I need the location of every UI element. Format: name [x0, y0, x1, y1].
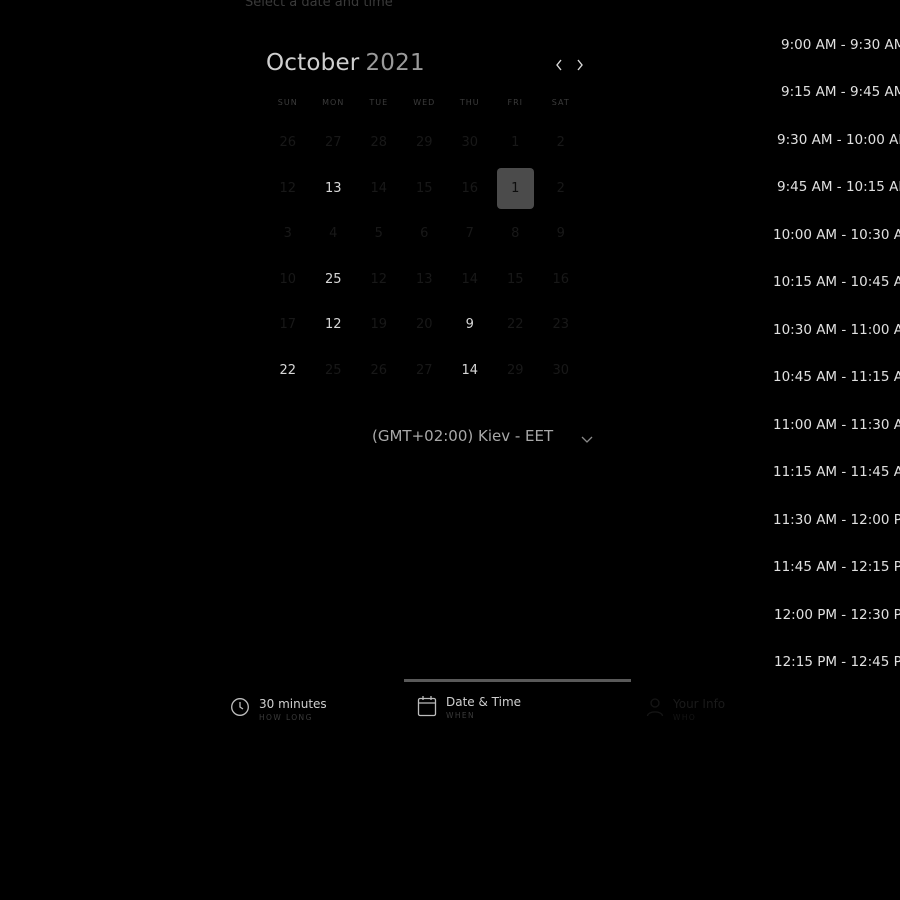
calendar-day-available[interactable]: 9 — [447, 302, 493, 348]
time-slot[interactable]: 10:45 AM - 11:15 AM — [773, 369, 900, 385]
weekday-label: TUE — [369, 98, 389, 107]
calendar-day: 28 — [370, 135, 388, 151]
weekday-label: SUN — [277, 98, 298, 107]
previous-month-button[interactable] — [551, 55, 567, 75]
step-title: Date & Time — [446, 695, 522, 709]
calendar-day: 10 — [279, 271, 297, 287]
calendar-day: 17 — [279, 317, 297, 333]
calendar-grid: SUN MON TUE WED THU FRI SAT 26 27 28 29 … — [265, 98, 583, 393]
year-label: 2021 — [365, 50, 425, 76]
calendar-day: 22 — [506, 317, 524, 333]
timezone-select[interactable]: (GMT+02:00) Kiev - EET — [372, 427, 553, 445]
step-date-time[interactable]: Date & Time WHEN — [417, 695, 521, 720]
page-hint: Select a date and time — [245, 0, 393, 10]
calendar-day: 14 — [461, 271, 479, 287]
calendar-day: 19 — [370, 317, 388, 333]
time-slot[interactable]: 11:00 AM - 11:30 AM — [773, 417, 900, 433]
step-subtitle: WHEN — [446, 711, 476, 720]
calendar-day: 29 — [506, 362, 524, 378]
time-slot[interactable]: 12:15 PM - 12:45 PM — [774, 654, 900, 670]
calendar-day: 1 — [511, 135, 520, 151]
calendar-day: 27 — [324, 135, 342, 151]
calendar-day: 12 — [279, 180, 297, 196]
active-step-indicator — [404, 679, 631, 682]
calendar-day: 2 — [556, 180, 565, 196]
chevron-down-icon[interactable] — [580, 430, 594, 449]
calendar-day: 4 — [329, 226, 338, 242]
calendar-day: 8 — [511, 226, 520, 242]
user-icon — [646, 698, 664, 717]
time-slot[interactable]: 12:00 PM - 12:30 PM — [774, 607, 900, 623]
calendar-icon — [417, 696, 437, 717]
selected-day-label: 1 — [496, 167, 534, 209]
clock-icon — [231, 698, 249, 716]
step-subtitle: HOW LONG — [259, 713, 313, 722]
next-month-button[interactable] — [572, 55, 588, 75]
time-slot[interactable]: 9:45 AM - 10:15 AM — [777, 179, 900, 195]
weekday-label: WED — [413, 98, 436, 107]
month-label: October — [266, 50, 360, 76]
time-slot[interactable]: 11:15 AM - 11:45 AM — [773, 464, 900, 480]
calendar-day: 14 — [370, 180, 388, 196]
chevron-right-icon — [577, 59, 583, 71]
step-subtitle: WHO — [673, 713, 697, 722]
step-duration[interactable]: 30 minutes HOW LONG — [230, 697, 327, 722]
calendar-day: 23 — [552, 317, 570, 333]
calendar-day: 15 — [415, 180, 433, 196]
calendar-month-title: October 2021 — [266, 50, 425, 76]
weekday-label: SAT — [551, 98, 570, 107]
calendar-day: 13 — [415, 271, 433, 287]
calendar-days: 26 27 28 29 30 1 2 12 13 14 15 16 1 2 3 … — [265, 120, 583, 393]
calendar-day: 25 — [324, 362, 342, 378]
calendar-day-available[interactable]: 12 — [311, 302, 357, 348]
calendar-day: 26 — [279, 135, 297, 151]
calendar-day: 3 — [283, 226, 292, 242]
calendar-day: 16 — [461, 180, 479, 196]
time-slot[interactable]: 9:30 AM - 10:00 AM — [777, 132, 900, 148]
calendar-day-selected[interactable]: 1 — [493, 166, 539, 212]
calendar-day: 29 — [415, 135, 433, 151]
calendar-day: 5 — [374, 226, 383, 242]
weekday-header: SUN MON TUE WED THU FRI SAT — [265, 98, 583, 114]
calendar-day: 7 — [465, 226, 474, 242]
time-slot[interactable]: 11:45 AM - 12:15 PM — [773, 559, 900, 575]
calendar-day: 12 — [370, 271, 388, 287]
calendar-day: 9 — [556, 226, 565, 242]
weekday-label: FRI — [507, 98, 524, 107]
calendar-day: 20 — [415, 317, 433, 333]
calendar-day: 6 — [420, 226, 429, 242]
calendar-day: 2 — [556, 135, 565, 151]
calendar-day: 30 — [461, 135, 479, 151]
chevron-left-icon — [556, 59, 562, 71]
calendar-day-available[interactable]: 25 — [311, 257, 357, 303]
time-slot[interactable]: 10:00 AM - 10:30 AM — [773, 227, 900, 243]
calendar-day-available[interactable]: 22 — [265, 348, 311, 394]
calendar-day: 27 — [415, 362, 433, 378]
calendar-day: 30 — [552, 362, 570, 378]
step-title: 30 minutes — [259, 697, 327, 711]
time-slot[interactable]: 9:00 AM - 9:30 AM — [781, 37, 900, 53]
weekday-label: MON — [322, 98, 345, 107]
weekday-label: THU — [459, 98, 480, 107]
step-your-info[interactable]: Your Info WHO — [646, 697, 725, 722]
calendar-day: 26 — [370, 362, 388, 378]
time-slot[interactable]: 9:15 AM - 9:45 AM — [781, 84, 900, 100]
calendar-day: 16 — [552, 271, 570, 287]
time-slot[interactable]: 10:15 AM - 10:45 AM — [773, 274, 900, 290]
calendar-day-available[interactable]: 13 — [311, 166, 357, 212]
time-slot[interactable]: 11:30 AM - 12:00 PM — [773, 512, 900, 528]
calendar-day-available[interactable]: 14 — [447, 348, 493, 394]
time-slot[interactable]: 10:30 AM - 11:00 AM — [773, 322, 900, 338]
step-title: Your Info — [673, 697, 726, 711]
calendar-day: 15 — [506, 271, 524, 287]
